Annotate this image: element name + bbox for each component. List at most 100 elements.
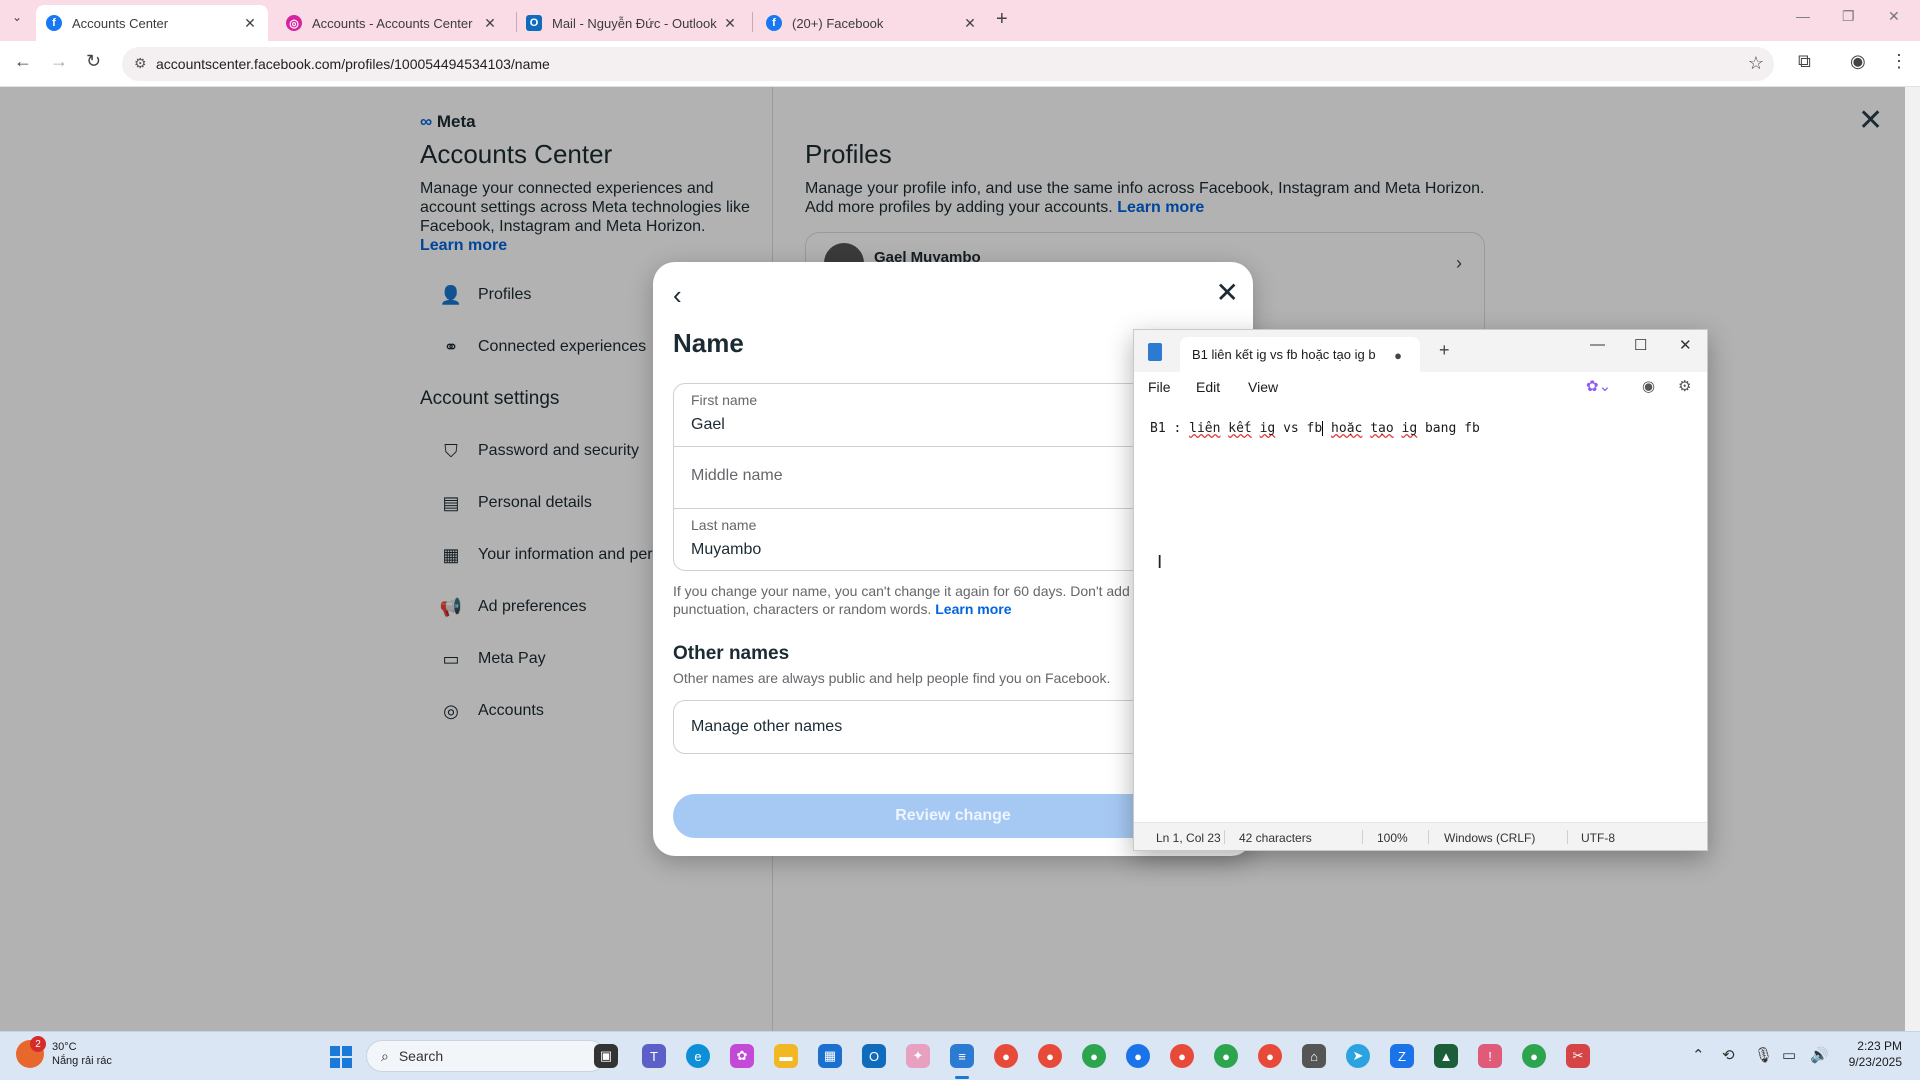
notepad-menubar: File Edit View ✿⌄ ◉ ⚙ <box>1134 372 1707 404</box>
menu-edit[interactable]: Edit <box>1196 379 1220 395</box>
character-count: 42 characters <box>1239 831 1312 845</box>
notepad-titlebar: B1 liên kết ig vs fb hoặc tạo ig b ● + —… <box>1134 330 1707 372</box>
app-icon[interactable]: ✦ <box>906 1044 930 1068</box>
note-learn-more-link[interactable]: Learn more <box>935 601 1011 617</box>
chrome-profile-icon[interactable]: ● <box>1522 1044 1546 1068</box>
extensions-icon[interactable]: ⧉ <box>1798 51 1811 72</box>
maximize-icon[interactable]: ☐ <box>1634 336 1647 354</box>
app-icon[interactable]: ▲ <box>1434 1044 1458 1068</box>
close-window-icon[interactable]: ✕ <box>1679 336 1692 354</box>
tab-facebook[interactable]: f (20+) Facebook ✕ <box>756 5 988 41</box>
telegram-icon[interactable]: ➤ <box>1346 1044 1370 1068</box>
browser-tab-bar: ⌄ f Accounts Center ✕ ◎ Accounts - Accou… <box>0 0 1920 41</box>
copilot-icon[interactable]: ✿ <box>730 1044 754 1068</box>
file-explorer-icon[interactable]: ▬ <box>774 1044 798 1068</box>
notepad-window: B1 liên kết ig vs fb hoặc tạo ig b ● + —… <box>1133 329 1708 851</box>
site-info-icon[interactable]: ⚙ <box>134 55 147 72</box>
url-text: accountscenter.facebook.com/profiles/100… <box>156 56 550 72</box>
app-icon[interactable]: ⌂ <box>1302 1044 1326 1068</box>
volume-icon[interactable]: 🔊 <box>1810 1046 1829 1064</box>
bookmark-star-icon[interactable]: ☆ <box>1748 53 1764 74</box>
snipping-tool-icon[interactable]: ✂ <box>1566 1044 1590 1068</box>
task-view-icon[interactable]: ▣ <box>594 1044 618 1068</box>
weather-desc: Nắng rải rác <box>52 1055 112 1067</box>
clock[interactable]: 2:23 PM 9/23/2025 <box>1849 1038 1902 1070</box>
profile-icon[interactable]: ◉ <box>1850 51 1866 72</box>
notepad-app-icon <box>1148 343 1162 361</box>
close-tab-icon[interactable]: ✕ <box>242 15 258 32</box>
chrome-icon[interactable]: ● <box>994 1044 1018 1068</box>
tab-list-chevron-icon[interactable]: ⌄ <box>12 10 22 24</box>
chrome-profile-icon[interactable]: ● <box>1082 1044 1106 1068</box>
app-icon[interactable]: ! <box>1478 1044 1502 1068</box>
settings-gear-icon[interactable]: ⚙ <box>1678 377 1691 395</box>
minimize-icon[interactable]: — <box>1796 8 1810 24</box>
other-names-description: Other names are always public and help p… <box>673 670 1111 686</box>
dialog-title: Name <box>673 328 744 358</box>
reload-icon[interactable]: ↻ <box>86 51 101 72</box>
url-bar[interactable]: ⚙ accountscenter.facebook.com/profiles/1… <box>122 47 1774 81</box>
network-icon[interactable]: ▭ <box>1782 1046 1796 1064</box>
tab-instagram-accounts[interactable]: ◎ Accounts - Accounts Center ✕ <box>276 5 508 41</box>
outlook-icon[interactable]: O <box>862 1044 886 1068</box>
close-tab-icon[interactable]: ✕ <box>962 15 978 32</box>
close-icon[interactable]: ✕ <box>1858 103 1883 138</box>
minimize-icon[interactable]: — <box>1590 336 1605 353</box>
tab-title: Accounts - Accounts Center <box>312 15 473 31</box>
back-icon[interactable]: ← <box>14 51 32 72</box>
instagram-icon: ◎ <box>286 15 302 31</box>
store-icon[interactable]: ▦ <box>818 1044 842 1068</box>
close-window-icon[interactable]: ✕ <box>1888 8 1900 25</box>
sync-icon[interactable]: ⟲ <box>1722 1046 1735 1064</box>
encoding[interactable]: UTF-8 <box>1581 831 1615 845</box>
line-ending[interactable]: Windows (CRLF) <box>1444 831 1535 845</box>
weather-icon: 2 <box>16 1036 46 1068</box>
outlook-icon: O <box>526 15 542 31</box>
notepad-tab[interactable]: B1 liên kết ig vs fb hoặc tạo ig b ● <box>1180 337 1420 372</box>
notepad-icon[interactable]: ≡ <box>950 1044 974 1068</box>
menu-dots-icon[interactable]: ⋮ <box>1890 51 1908 72</box>
close-tab-icon[interactable]: ✕ <box>722 15 738 32</box>
restore-icon[interactable]: ❐ <box>1842 8 1855 25</box>
microphone-icon[interactable]: 🎙 <box>1754 1046 1773 1064</box>
weather-temp: 30°C <box>52 1041 77 1053</box>
back-arrow-icon[interactable]: ‹ <box>673 280 682 311</box>
weather-badge: 2 <box>30 1036 46 1052</box>
taskbar-search[interactable]: ⌕ Search <box>366 1040 606 1072</box>
new-tab-icon[interactable]: + <box>996 8 1008 31</box>
chrome-profile-icon[interactable]: ● <box>1258 1044 1282 1068</box>
chrome-profile-icon[interactable]: ● <box>1214 1044 1238 1068</box>
teams-icon[interactable]: T <box>642 1044 666 1068</box>
menu-file[interactable]: File <box>1148 379 1171 395</box>
zalo-icon[interactable]: Z <box>1390 1044 1414 1068</box>
weather-widget[interactable]: 2 30°C Nắng rải rác <box>16 1036 112 1068</box>
close-tab-icon[interactable]: ✕ <box>482 15 498 32</box>
notepad-text-area[interactable]: B1 : liên kết ig vs fb hoặc tạo ig bang … <box>1150 421 1480 436</box>
account-icon[interactable]: ◉ <box>1642 377 1655 395</box>
zoom-level[interactable]: 100% <box>1377 831 1408 845</box>
windows-taskbar: 2 30°C Nắng rải rác ⌕ Search ▣ T e ✿ ▬ ▦… <box>0 1031 1920 1080</box>
menu-view[interactable]: View <box>1248 379 1278 395</box>
tab-separator <box>752 12 753 32</box>
chrome-profile-icon[interactable]: ● <box>1170 1044 1194 1068</box>
unsaved-dot-icon[interactable]: ● <box>1394 348 1402 363</box>
tab-accounts-center[interactable]: f Accounts Center ✕ <box>36 5 268 41</box>
scrollbar[interactable] <box>1905 87 1920 1031</box>
close-icon[interactable]: ✕ <box>1216 276 1239 309</box>
notepad-statusbar: Ln 1, Col 23 42 characters 100% Windows … <box>1134 822 1707 850</box>
chrome-profile-icon[interactable]: ● <box>1038 1044 1062 1068</box>
start-button[interactable] <box>330 1046 352 1068</box>
copilot-icon[interactable]: ✿⌄ <box>1586 377 1611 395</box>
edge-icon[interactable]: e <box>686 1044 710 1068</box>
facebook-icon: f <box>766 15 782 31</box>
text-cursor-icon: I <box>1157 552 1163 573</box>
tray-chevron-icon[interactable]: ⌃ <box>1692 1046 1705 1064</box>
forward-icon[interactable]: → <box>50 51 68 72</box>
tab-outlook-mail[interactable]: O Mail - Nguyễn Đức - Outlook ✕ <box>516 5 748 41</box>
search-icon: ⌕ <box>381 1047 389 1064</box>
tab-title: Accounts Center <box>72 15 169 31</box>
cursor-position: Ln 1, Col 23 <box>1156 831 1221 845</box>
address-toolbar: ← → ↻ ⚙ accountscenter.facebook.com/prof… <box>0 41 1920 87</box>
chrome-profile-icon[interactable]: ● <box>1126 1044 1150 1068</box>
new-tab-icon[interactable]: + <box>1439 340 1450 361</box>
